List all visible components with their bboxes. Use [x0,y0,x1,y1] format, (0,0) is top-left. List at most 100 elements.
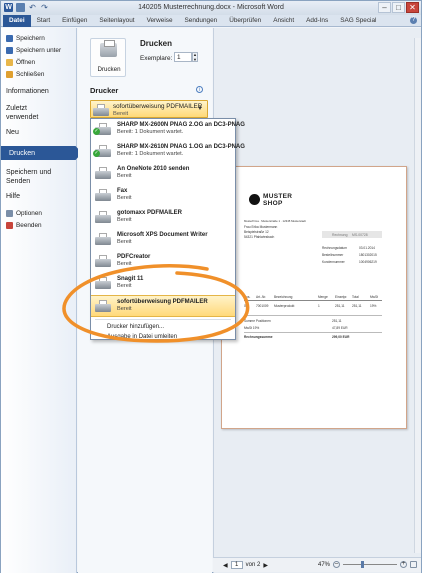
tab-einfuegen[interactable]: Einfügen [56,15,93,27]
preview-scrollbar[interactable] [414,38,421,553]
printer-name: gotomaxx PDFMAILER [117,210,183,216]
tab-sendungen[interactable]: Sendungen [179,15,224,27]
redo-icon[interactable]: ↷ [40,3,49,12]
printer-list-item[interactable]: PDFCreator Bereit [91,251,235,273]
menu-zuletzt-verwendet[interactable]: Zuletzt verwendet [1,104,61,122]
tab-start[interactable]: Start [31,15,57,27]
menu-speichern-unter[interactable]: Speichern unter [1,44,76,56]
options-icon [6,209,13,217]
menu-schliessen[interactable]: Schließen [1,68,76,80]
tab-ansicht[interactable]: Ansicht [267,15,300,27]
printer-icon [95,277,111,289]
menu-label: Öffnen [16,58,36,66]
printer-dropdown-list: ✓ SHARP MX-2600N PNAG 2.OG an DC3-PNAG Ber… [90,118,245,342]
status-bar: ◀ 1 von 2 ▶ 47% – + [213,557,421,572]
menu-beenden[interactable]: Beenden [1,219,76,231]
save-icon[interactable] [16,3,25,12]
printer-icon [93,104,109,116]
tab-verweise[interactable]: Verweise [141,15,179,27]
prev-page-icon[interactable]: ◀ [223,562,228,569]
window-controls: – □ ✕ [378,2,419,13]
tab-sag-special[interactable]: SAG Special [334,15,382,27]
printer-list-item[interactable]: Fax Bereit [91,185,235,207]
zoom-in-icon[interactable]: + [400,561,407,568]
add-printer-button[interactable]: Drucker hinzufügen... [91,322,235,332]
close-button[interactable]: ✕ [406,2,419,13]
logo-line-2: SHOP [263,200,283,207]
menu-optionen[interactable]: Optionen [1,207,76,219]
table-header-vat: MwSt [370,295,378,299]
printer-icon: ✓ [93,145,111,157]
page-number-input[interactable]: 1 [230,561,243,569]
menu-label: Speichern [16,34,45,42]
printer-name: Microsoft XPS Document Writer [117,232,208,238]
page-of-label: von 2 [245,562,261,568]
copies-label: Exemplare: [140,55,173,62]
tab-ueberpruefen[interactable]: Überprüfen [223,15,267,27]
printer-list-divider [95,319,231,320]
zoom-percentage[interactable]: 47% [318,562,330,568]
printer-list-item[interactable]: ✓ SHARP MX-2610N PNAG 1.OG an DC3-PNAG Ber… [91,141,245,163]
total-label-3: Rechnungssumme [244,335,273,339]
tab-add-ins[interactable]: Add-Ins [300,15,334,27]
undo-icon[interactable]: ↶ [28,3,37,12]
printer-icon [95,300,111,312]
fit-page-icon[interactable] [410,561,417,568]
copies-input[interactable]: 1 [174,52,192,62]
printer-list-item[interactable]: Snagit 11 Bereit [91,273,235,295]
minimize-button[interactable]: – [378,2,391,13]
folder-icon [6,58,13,66]
word-app-icon[interactable]: W [4,3,13,12]
menu-speichern-und-senden[interactable]: Speichern und Senden [1,168,61,186]
print-button-label: Drucken [97,66,121,73]
selected-printer-name: sofortüberweisung PDFMAILER [113,103,203,110]
totals-rule [244,315,382,316]
table-header-pos: Pos. [244,295,251,299]
menu-speichern[interactable]: Speichern [1,32,76,44]
zoom-out-icon[interactable]: – [333,561,340,568]
printer-list-item[interactable]: gotomaxx PDFMAILER Bereit [91,207,235,229]
table-cell-pos: 001 [244,304,250,308]
printer-list-item[interactable]: sofortüberweisung PDFMAILER Bereit [91,295,235,317]
total-value-1: 251,11 [332,319,342,323]
maximize-button[interactable]: □ [392,2,405,13]
printer-name: sofortüberweisung PDFMAILER [117,299,208,305]
menu-oeffnen[interactable]: Öffnen [1,56,76,68]
title-bar: W ↶ ↷ 140205 Musterrechnung.docx - Micro… [1,1,421,15]
print-button[interactable]: Drucken [90,38,126,77]
tab-datei[interactable]: Datei [3,14,31,27]
menu-informationen[interactable]: Informationen [1,88,76,95]
printer-status: Bereit [117,173,132,179]
meta-value-3: 1004906219 [359,260,377,264]
menu-drucken[interactable]: Drucken [1,146,82,160]
printer-select[interactable]: sofortüberweisung PDFMAILER Bereit ▼ [90,100,208,118]
table-cell-desc: Musterprodukt [274,304,295,308]
menu-neu[interactable]: Neu [1,129,76,136]
check-icon: ✓ [93,150,100,157]
zoom-slider[interactable] [343,561,397,568]
recipient-line-2: Beispielstraße 12 [244,230,269,234]
table-header-unit: Einzelpr. [335,295,348,299]
table-cell-unit: 251,11 [335,304,345,308]
total-value-3: 299,00 EUR [332,335,350,339]
printer-list-item[interactable]: Microsoft XPS Document Writer Bereit [91,229,235,251]
help-icon[interactable]: ? [410,17,417,24]
printer-name: SHARP MX-2610N PNAG 1.OG an DC3-PNAG [117,144,245,150]
next-page-icon[interactable]: ▶ [263,562,268,569]
printer-list-item[interactable]: An OneNote 2010 senden Bereit [91,163,235,185]
zoom-slider-knob[interactable] [361,561,364,568]
logo-line-1: MUSTER [263,193,293,200]
recipient-line-3: 54321 Pfahlwiesbach [244,235,275,239]
menu-label: Schließen [16,70,45,78]
chevron-down-icon: ▼ [197,106,203,112]
table-cell-vat: 19% [370,304,377,308]
menu-hilfe[interactable]: Hilfe [1,193,76,200]
printer-status: Bereit [117,261,132,267]
printer-list-item[interactable]: ✓ SHARP MX-2600N PNAG 2.OG an DC3-PNAG Ber… [91,119,245,141]
total-label-2: MwSt 19% [244,326,260,330]
table-header-total: Total [352,295,359,299]
print-to-file-button[interactable]: Ausgabe in Datei umleiten [91,332,235,342]
info-icon[interactable]: i [196,86,203,93]
tab-seitenlayout[interactable]: Seitenlayout [93,15,140,27]
copies-spinner[interactable]: ▲ ▼ [192,52,198,62]
